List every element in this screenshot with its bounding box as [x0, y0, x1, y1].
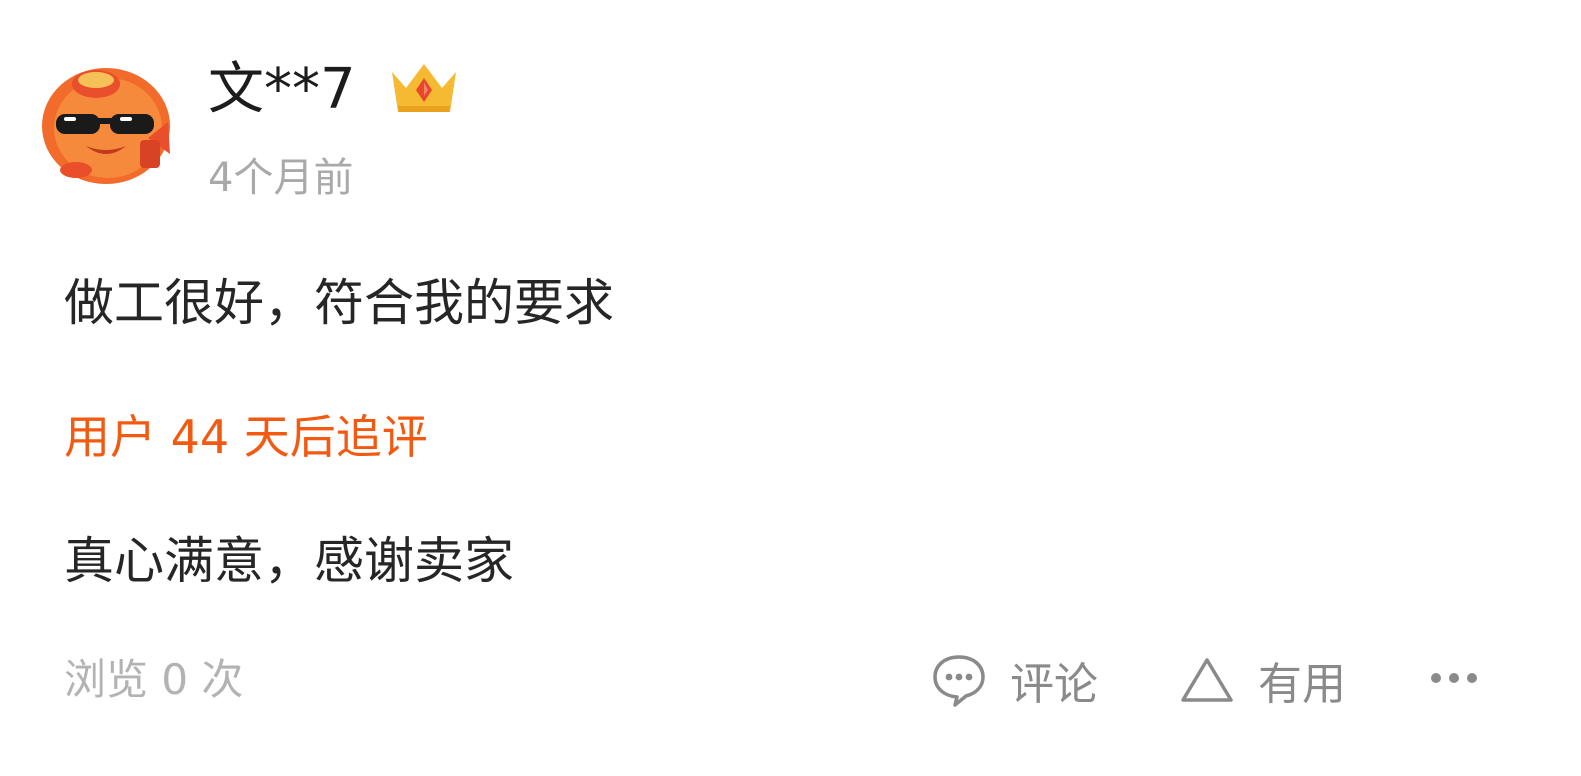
- useful-label: 有用: [1258, 659, 1346, 710]
- review-time: 4个月前: [208, 155, 354, 201]
- crown-icon: [388, 58, 460, 118]
- ellipsis-icon: [1431, 673, 1477, 683]
- comment-label: 评论: [1010, 659, 1098, 710]
- followup-label: 用户 44 天后追评: [64, 410, 428, 464]
- useful-button[interactable]: 有用: [1178, 646, 1346, 714]
- comment-bubble-icon: [930, 651, 988, 709]
- cartoon-avatar-icon: [42, 68, 170, 184]
- comment-button[interactable]: 评论: [930, 646, 1098, 714]
- followup-content: 真心满意，感谢卖家: [64, 532, 514, 590]
- reviewer-name: 文**7: [208, 57, 356, 122]
- more-button[interactable]: [1424, 656, 1484, 700]
- view-count: 浏览 0 次: [64, 655, 244, 704]
- triangle-icon: [1178, 651, 1236, 709]
- avatar[interactable]: [36, 58, 176, 190]
- review-content: 做工很好，符合我的要求: [64, 274, 614, 332]
